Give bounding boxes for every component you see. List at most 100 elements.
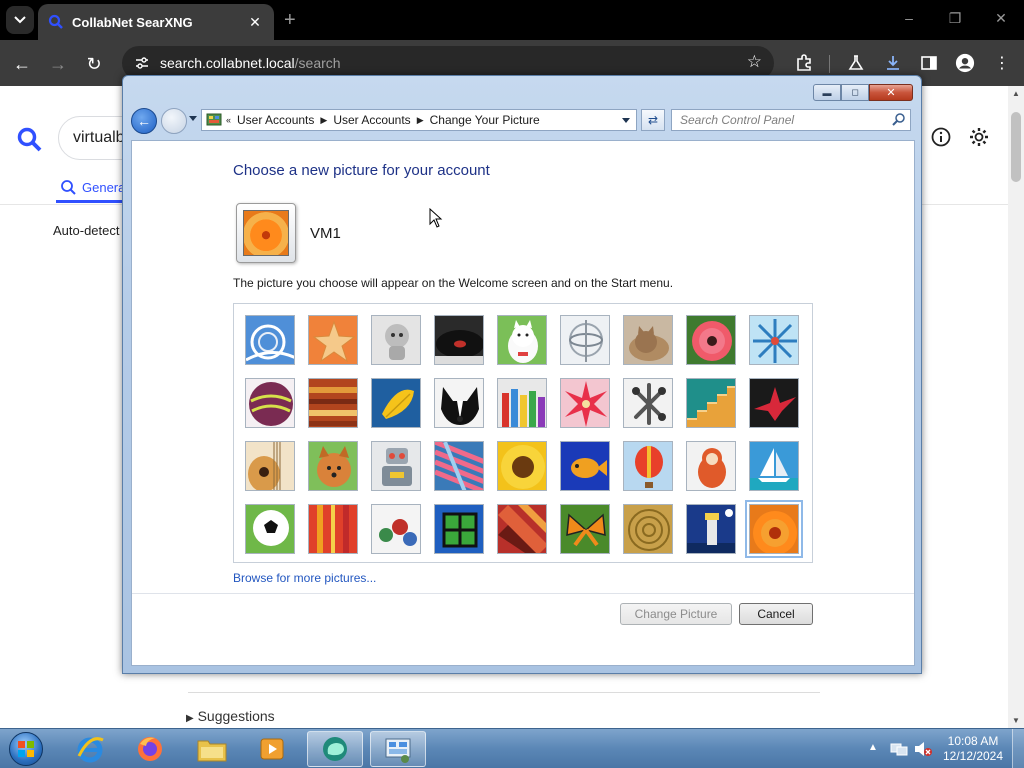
picture-fabric[interactable] xyxy=(308,378,358,428)
picture-stripes-fabric[interactable] xyxy=(308,504,358,554)
info-icon[interactable] xyxy=(930,126,952,153)
back-arrow-icon[interactable]: ← xyxy=(10,52,34,76)
search-icon[interactable] xyxy=(16,126,42,157)
gear-icon[interactable] xyxy=(968,126,990,153)
kebab-menu-icon[interactable]: ⋮ xyxy=(992,53,1012,73)
download-icon[interactable] xyxy=(883,53,903,73)
bookmark-star-icon[interactable]: ☆ xyxy=(747,52,762,72)
new-tab-button[interactable]: + xyxy=(284,10,296,30)
suggestions-toggle[interactable]: ▶ Suggestions xyxy=(186,708,275,724)
minimize-icon[interactable]: – xyxy=(894,10,924,26)
picture-crayons[interactable] xyxy=(497,378,547,428)
breadcrumb-change-your-picture[interactable]: Change Your Picture xyxy=(430,113,540,127)
back-button[interactable]: ← xyxy=(131,108,157,134)
picture-jacks[interactable] xyxy=(623,378,673,428)
tab-search-button[interactable] xyxy=(6,6,34,34)
restore-icon[interactable]: ❐ xyxy=(940,10,970,27)
picture-roller-coaster[interactable] xyxy=(245,315,295,365)
close-icon[interactable]: ✕ xyxy=(986,10,1016,27)
picture-yarn[interactable] xyxy=(434,441,484,491)
picture-orange-flower[interactable] xyxy=(745,500,803,558)
taskbar-control-panel[interactable] xyxy=(370,731,426,767)
picture-tapestry[interactable] xyxy=(497,504,547,554)
taskbar-file-explorer[interactable] xyxy=(184,731,240,767)
show-desktop-button[interactable] xyxy=(1012,729,1024,768)
picture-robot-toy[interactable] xyxy=(371,315,421,365)
picture-leaf[interactable] xyxy=(371,378,421,428)
change-picture-button[interactable]: Change Picture xyxy=(620,603,732,625)
picture-kitten[interactable] xyxy=(623,315,673,365)
scroll-up-icon[interactable]: ▲ xyxy=(1012,89,1020,98)
picture-matryoshka[interactable] xyxy=(686,441,736,491)
site-info-icon[interactable] xyxy=(134,55,150,71)
window-minimize-icon[interactable]: ▬ xyxy=(813,84,841,101)
picture-starfish[interactable] xyxy=(308,315,358,365)
picture-lighthouse[interactable] xyxy=(686,504,736,554)
address-dropdown-icon[interactable] xyxy=(622,118,630,123)
picture-pinwheel[interactable] xyxy=(749,315,799,365)
reload-icon[interactable]: ↻ xyxy=(82,52,106,76)
picture-woven-basket[interactable] xyxy=(623,504,673,554)
profile-avatar-icon[interactable] xyxy=(955,53,975,73)
picture-ball[interactable] xyxy=(245,378,295,428)
picture-sunflower[interactable] xyxy=(497,441,547,491)
picture-description: The picture you choose will appear on th… xyxy=(233,276,674,290)
page-scrollbar[interactable]: ▲ ▼ xyxy=(1008,86,1024,728)
window-caption-buttons: ▬ ◻ ✕ xyxy=(813,84,913,101)
picture-puppy[interactable] xyxy=(308,441,358,491)
picture-sailboat[interactable] xyxy=(749,441,799,491)
breadcrumb-separator-icon[interactable]: ▶ xyxy=(320,115,327,126)
tab-close-icon[interactable]: ✕ xyxy=(246,14,264,31)
taskbar-firefox[interactable] xyxy=(122,731,178,767)
network-icon[interactable] xyxy=(890,741,908,762)
refresh-icon[interactable]: ⇄ xyxy=(641,109,665,131)
search-icon[interactable] xyxy=(892,112,906,126)
extensions-icon[interactable] xyxy=(794,53,814,73)
system-clock[interactable]: 10:08 AM 12/12/2024 xyxy=(940,734,1006,764)
scroll-down-icon[interactable]: ▼ xyxy=(1012,716,1020,725)
url-path: /search xyxy=(294,55,341,71)
picture-tin-robot[interactable] xyxy=(371,441,421,491)
picture-fish[interactable] xyxy=(560,441,610,491)
picture-stairs[interactable] xyxy=(686,378,736,428)
forward-button[interactable] xyxy=(161,108,187,134)
start-button[interactable] xyxy=(4,730,48,768)
picture-record-player[interactable] xyxy=(434,315,484,365)
forward-arrow-icon[interactable]: → xyxy=(46,52,70,76)
volume-muted-icon[interactable] xyxy=(914,741,932,762)
picture-marbles[interactable] xyxy=(371,504,421,554)
side-panel-icon[interactable] xyxy=(919,53,939,73)
taskbar-chat-app[interactable] xyxy=(307,731,363,767)
breadcrumb-user-accounts[interactable]: User Accounts xyxy=(237,113,314,127)
picture-dog[interactable] xyxy=(434,378,484,428)
explorer-address-bar[interactable]: « User Accounts ▶ User Accounts ▶ Change… xyxy=(201,109,637,131)
picture-pink-flower[interactable] xyxy=(686,315,736,365)
browser-tab[interactable]: CollabNet SearXNG ✕ xyxy=(38,4,274,40)
breadcrumb-overflow-icon[interactable]: « xyxy=(226,115,231,125)
picture-paper-crane[interactable] xyxy=(749,378,799,428)
taskbar-internet-explorer[interactable] xyxy=(62,731,118,767)
picture-green-frame[interactable] xyxy=(434,504,484,554)
show-hidden-icons-button[interactable]: ▲ xyxy=(868,742,878,753)
window-close-icon[interactable]: ✕ xyxy=(869,84,913,101)
language-auto-detect[interactable]: Auto-detect xyxy=(53,223,120,238)
picture-butterfly[interactable] xyxy=(560,504,610,554)
labs-flask-icon[interactable] xyxy=(846,53,866,73)
cancel-button[interactable]: Cancel xyxy=(739,603,813,625)
scrollbar-thumb[interactable] xyxy=(1011,112,1021,182)
taskbar-media-player[interactable] xyxy=(244,731,300,767)
breadcrumb-user-accounts-2[interactable]: User Accounts xyxy=(333,113,410,127)
picture-star-lantern[interactable] xyxy=(560,378,610,428)
picture-hot-air-balloon[interactable] xyxy=(623,441,673,491)
browse-more-pictures-link[interactable]: Browse for more pictures... xyxy=(233,571,376,585)
picture-guitar[interactable] xyxy=(245,441,295,491)
control-panel-search-input[interactable]: Search Control Panel xyxy=(671,109,911,131)
picture-lucky-cat[interactable] xyxy=(497,315,547,365)
picture-soccer-ball[interactable] xyxy=(245,504,295,554)
picture-gyroscope[interactable] xyxy=(560,315,610,365)
recent-pages-dropdown-icon[interactable] xyxy=(189,116,197,121)
tab-general[interactable]: Genera xyxy=(60,179,125,195)
breadcrumb-separator-icon[interactable]: ▶ xyxy=(417,115,424,126)
url-text: search.collabnet.local/search xyxy=(160,55,341,71)
window-maximize-icon[interactable]: ◻ xyxy=(841,84,869,101)
